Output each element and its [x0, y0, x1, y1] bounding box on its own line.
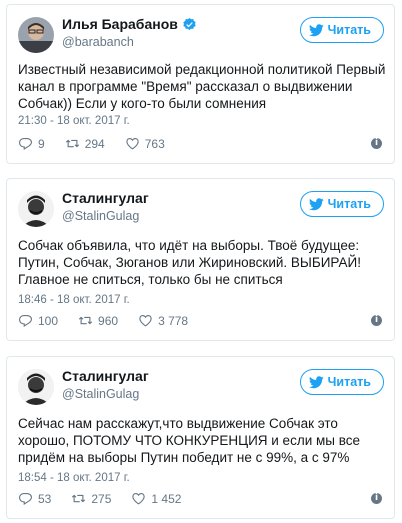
heart-icon: [132, 492, 146, 505]
retweet-count: 960: [98, 313, 119, 328]
twitter-bird-icon: [308, 197, 324, 210]
tweet-card[interactable]: Сталингулаг @StalinGulag Читать Собчак о…: [6, 178, 395, 341]
reply-icon: [18, 314, 33, 328]
author-handle[interactable]: @StalinGulag: [62, 387, 139, 401]
like-action[interactable]: 763: [125, 136, 165, 151]
tweet-timestamp[interactable]: 18:54 - 18 окт. 2017 г.: [18, 472, 130, 484]
reply-action[interactable]: 100: [18, 313, 58, 328]
author-name-text[interactable]: Сталингулаг: [62, 190, 149, 206]
author-name[interactable]: Илья Барабанов: [62, 16, 197, 32]
avatar[interactable]: [18, 191, 54, 227]
tweet-card[interactable]: Сталингулаг @StalinGulag Читать Сейчас н…: [6, 356, 395, 519]
reply-action[interactable]: 9: [18, 136, 45, 151]
author-name-text[interactable]: Илья Барабанов: [62, 16, 178, 32]
like-action[interactable]: 1 452: [131, 491, 181, 506]
avatar[interactable]: [18, 369, 54, 405]
reply-count: 53: [38, 491, 52, 506]
author-name[interactable]: Сталингулаг: [62, 368, 149, 384]
tweet-actions: 9 294 763: [18, 136, 185, 151]
follow-button-label: Читать: [327, 197, 371, 211]
tweet-card[interactable]: Илья Барабанов @barabanch Читать Известн…: [6, 4, 395, 164]
twitter-bird-icon: [308, 375, 324, 388]
retweet-action[interactable]: 960: [78, 313, 118, 328]
twitter-bird-icon: [308, 23, 324, 36]
like-count: 3 778: [158, 313, 189, 328]
like-count: 1 452: [151, 491, 182, 506]
like-count: 763: [144, 136, 165, 151]
follow-button-label: Читать: [327, 375, 371, 389]
reply-count: 9: [38, 136, 45, 151]
tweet-text: Сейчас нам расскажут,что выдвижение Собч…: [18, 416, 361, 465]
info-icon[interactable]: i: [371, 315, 382, 326]
retweet-action[interactable]: 275: [71, 491, 111, 506]
reply-action[interactable]: 53: [18, 491, 51, 506]
reply-icon: [18, 137, 33, 151]
follow-button[interactable]: Читать: [299, 191, 384, 217]
tweet-text: Известный независимой редакционной полит…: [18, 62, 386, 111]
retweet-icon: [78, 316, 93, 325]
follow-button[interactable]: Читать: [299, 369, 384, 395]
author-handle[interactable]: @barabanch: [62, 35, 134, 49]
heart-icon: [139, 314, 152, 327]
tweet-timestamp[interactable]: 21:30 - 18 окт. 2017 г.: [18, 115, 130, 127]
tweet-actions: 100 960 3 778: [18, 313, 208, 328]
tweet-actions: 53 275 1 452: [18, 491, 201, 506]
like-action[interactable]: 3 778: [138, 313, 188, 328]
follow-button[interactable]: Читать: [299, 17, 384, 43]
retweet-count: 275: [91, 491, 112, 506]
follow-button-label: Читать: [327, 23, 371, 37]
reply-icon: [18, 492, 33, 506]
author-name-text[interactable]: Сталингулаг: [62, 368, 149, 384]
retweet-count: 294: [84, 136, 105, 151]
tweet-timestamp[interactable]: 18:46 - 18 окт. 2017 г.: [18, 294, 130, 306]
heart-icon: [126, 137, 139, 150]
tweet-text: Собчак объявила, что идёт на выборы. Тво…: [18, 238, 361, 287]
info-icon[interactable]: i: [371, 493, 382, 504]
avatar[interactable]: [18, 17, 54, 53]
author-name[interactable]: Сталингулаг: [62, 190, 149, 206]
author-handle[interactable]: @StalinGulag: [62, 209, 139, 223]
verified-badge-icon: [182, 17, 197, 32]
retweet-action[interactable]: 294: [65, 136, 105, 151]
retweet-icon: [65, 139, 79, 148]
reply-count: 100: [38, 313, 59, 328]
retweet-icon: [72, 494, 86, 503]
info-icon[interactable]: i: [371, 138, 382, 149]
